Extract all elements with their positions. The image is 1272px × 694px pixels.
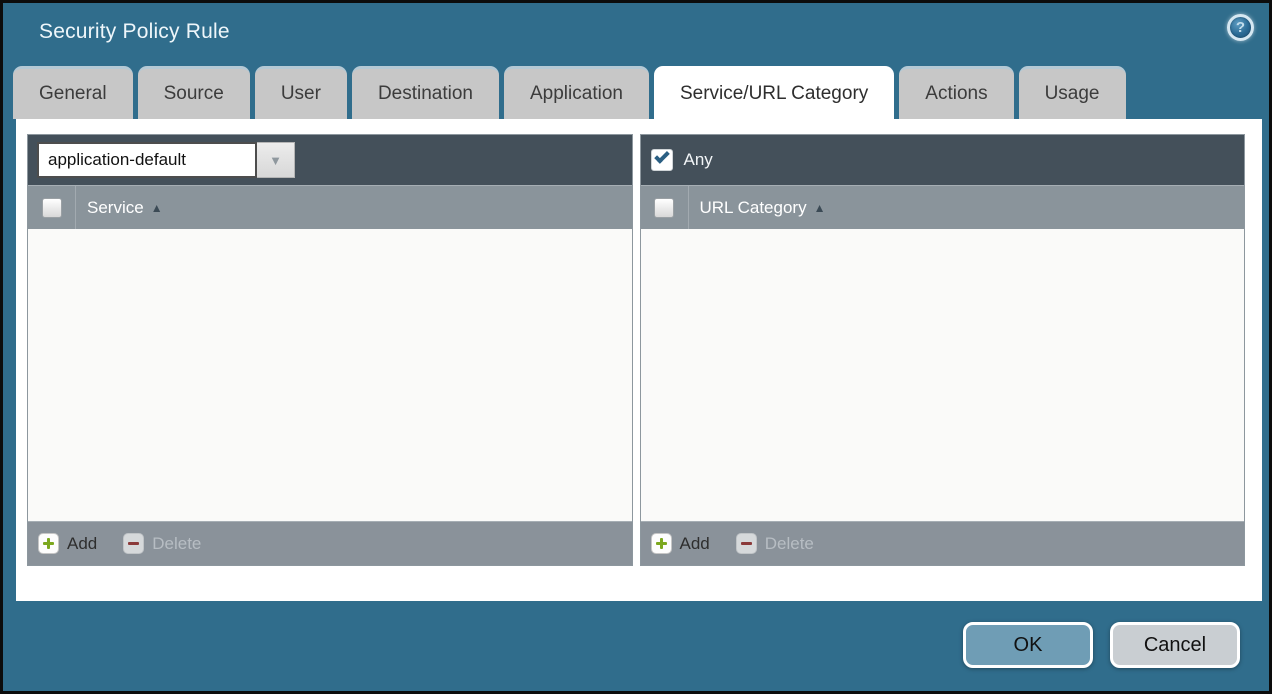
dialog-title: Security Policy Rule bbox=[39, 20, 230, 44]
help-icon[interactable]: ? bbox=[1227, 14, 1254, 41]
service-select-all-checkbox[interactable] bbox=[42, 198, 62, 218]
url-category-select-all-cell bbox=[641, 186, 689, 229]
any-label: Any bbox=[684, 150, 713, 170]
tab-general[interactable]: General bbox=[13, 66, 133, 119]
url-category-panel: Any URL Category ▲ Add bbox=[640, 134, 1246, 566]
sort-asc-icon: ▲ bbox=[814, 201, 826, 215]
tab-user[interactable]: User bbox=[255, 66, 347, 119]
service-type-dropdown[interactable]: application-default ▼ bbox=[37, 142, 295, 178]
chevron-down-icon[interactable]: ▼ bbox=[257, 142, 295, 178]
minus-icon bbox=[736, 533, 757, 554]
url-category-grid-header: URL Category ▲ bbox=[641, 185, 1245, 229]
url-category-toolbar: Any bbox=[641, 135, 1245, 185]
service-column-header[interactable]: Service ▲ bbox=[87, 198, 163, 218]
minus-icon bbox=[123, 533, 144, 554]
tab-content: application-default ▼ Service ▲ Add bbox=[16, 119, 1262, 601]
url-category-add-button[interactable]: Add bbox=[651, 533, 710, 554]
service-type-value[interactable]: application-default bbox=[37, 142, 257, 178]
plus-icon bbox=[651, 533, 672, 554]
delete-label: Delete bbox=[152, 534, 201, 554]
dialog-action-buttons: OK Cancel bbox=[963, 622, 1240, 668]
url-category-footer: Add Delete bbox=[641, 521, 1245, 565]
any-checkbox[interactable] bbox=[651, 149, 673, 171]
service-panel: application-default ▼ Service ▲ Add bbox=[27, 134, 633, 566]
plus-icon bbox=[38, 533, 59, 554]
tab-source[interactable]: Source bbox=[138, 66, 250, 119]
url-category-list bbox=[641, 229, 1245, 521]
service-delete-button[interactable]: Delete bbox=[123, 533, 201, 554]
service-select-all-cell bbox=[28, 186, 76, 229]
url-category-column-header[interactable]: URL Category ▲ bbox=[700, 198, 826, 218]
tab-application[interactable]: Application bbox=[504, 66, 649, 119]
tab-destination[interactable]: Destination bbox=[352, 66, 499, 119]
delete-label: Delete bbox=[765, 534, 814, 554]
security-policy-rule-dialog: Security Policy Rule ? General Source Us… bbox=[0, 0, 1272, 694]
service-grid-header: Service ▲ bbox=[28, 185, 632, 229]
service-column-label: Service bbox=[87, 198, 144, 218]
add-label: Add bbox=[67, 534, 97, 554]
tab-service-url-category[interactable]: Service/URL Category bbox=[654, 66, 894, 119]
service-list bbox=[28, 229, 632, 521]
url-category-delete-button[interactable]: Delete bbox=[736, 533, 814, 554]
service-footer: Add Delete bbox=[28, 521, 632, 565]
tab-bar: General Source User Destination Applicat… bbox=[13, 66, 1259, 119]
ok-button[interactable]: OK bbox=[963, 622, 1093, 668]
checkmark-icon bbox=[654, 148, 670, 164]
cancel-button[interactable]: Cancel bbox=[1110, 622, 1240, 668]
service-add-button[interactable]: Add bbox=[38, 533, 97, 554]
service-toolbar: application-default ▼ bbox=[28, 135, 632, 185]
sort-asc-icon: ▲ bbox=[151, 201, 163, 215]
url-category-column-label: URL Category bbox=[700, 198, 807, 218]
title-bar: Security Policy Rule ? bbox=[3, 3, 1269, 66]
add-label: Add bbox=[680, 534, 710, 554]
tab-usage[interactable]: Usage bbox=[1019, 66, 1126, 119]
url-category-select-all-checkbox[interactable] bbox=[654, 198, 674, 218]
tab-actions[interactable]: Actions bbox=[899, 66, 1013, 119]
any-row: Any bbox=[651, 149, 713, 171]
